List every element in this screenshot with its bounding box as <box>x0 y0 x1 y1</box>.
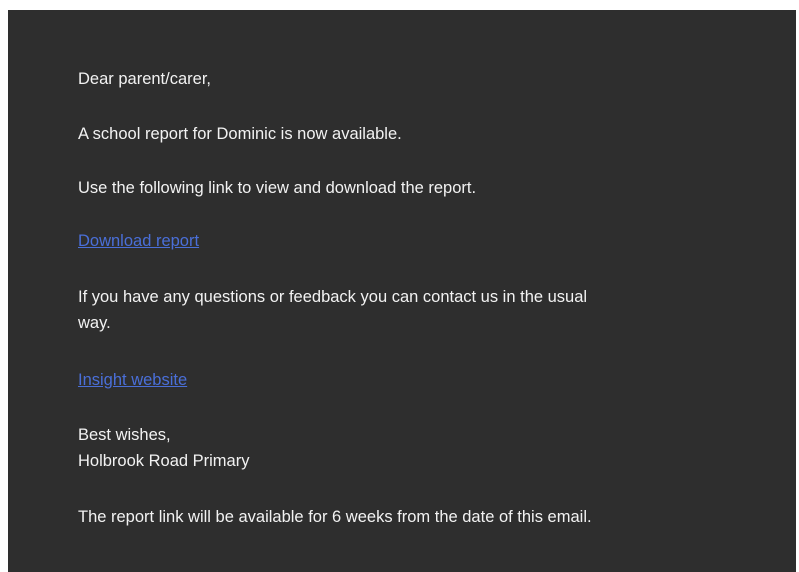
school-name-text: Holbrook Road Primary <box>78 452 250 470</box>
questions-text-line1: If you have any questions or feedback yo… <box>78 288 588 306</box>
report-available-text: A school report for Dominic is now avail… <box>78 125 402 143</box>
insight-website-link[interactable]: Insight website <box>78 369 187 391</box>
greeting-text: Dear parent/carer, <box>78 70 211 88</box>
email-body: Dear parent/carer, A school report for D… <box>8 10 796 572</box>
signoff-text: Best wishes, <box>78 426 171 444</box>
questions-text-line2: way. <box>78 314 111 332</box>
instructions-text: Use the following link to view and downl… <box>78 179 477 197</box>
availability-note-text: The report link will be available for 6 … <box>78 508 592 526</box>
download-report-link[interactable]: Download report <box>78 230 199 252</box>
